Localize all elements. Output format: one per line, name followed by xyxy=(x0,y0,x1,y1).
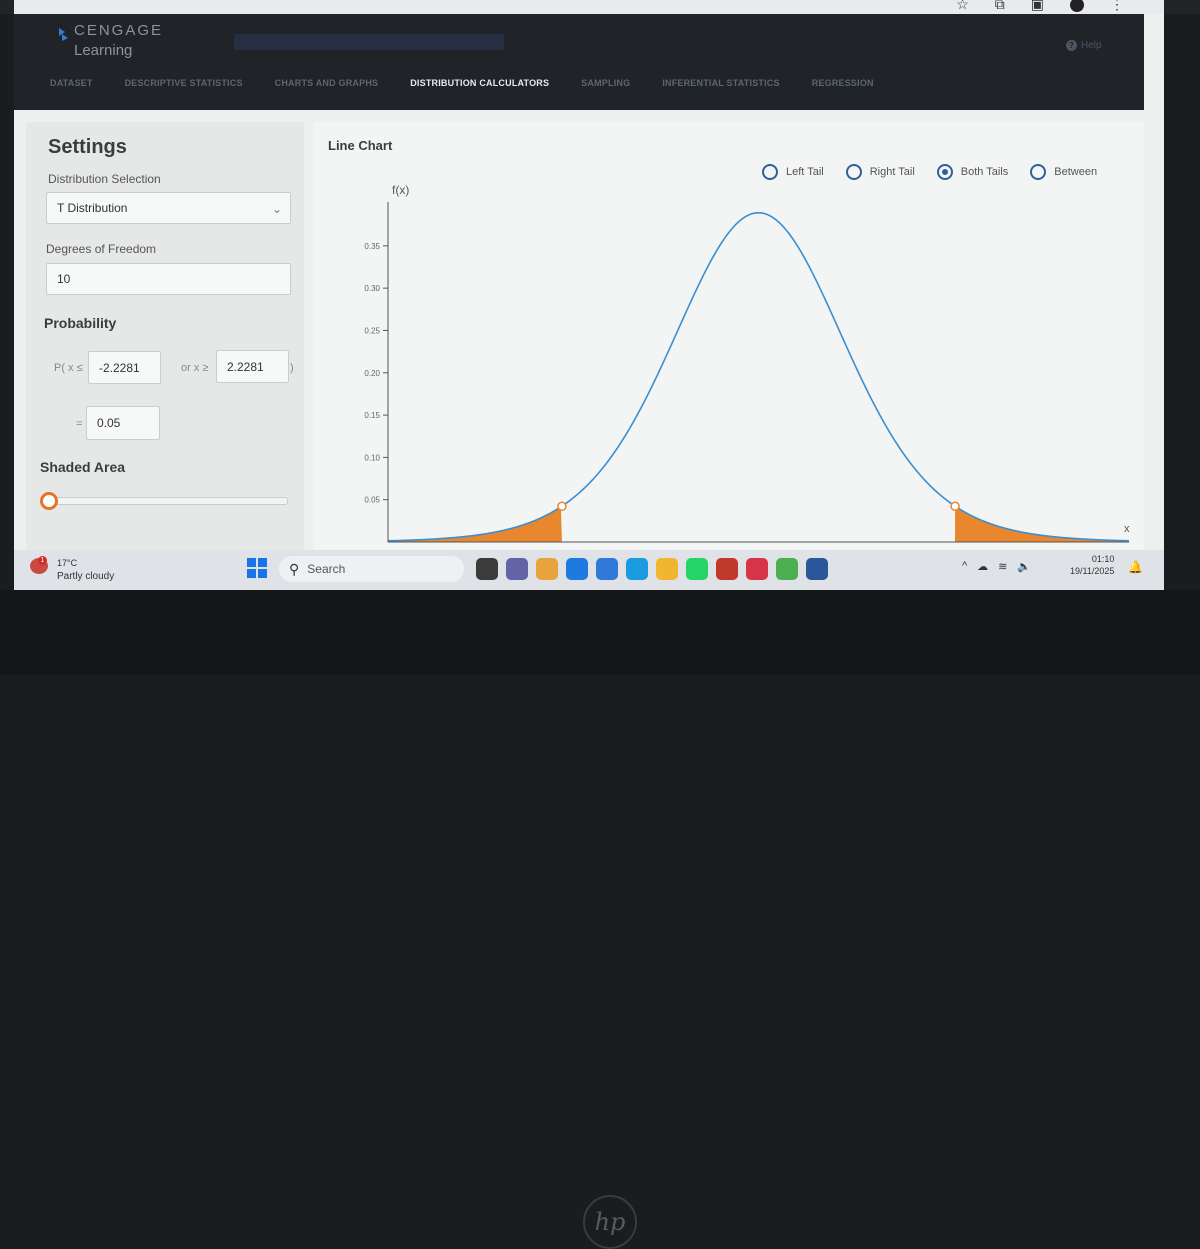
distribution-value: T Distribution xyxy=(57,201,128,215)
chart-panel: Line Chart Left Tail Right Tail Both Tai… xyxy=(314,122,1144,550)
file-explorer-icon[interactable] xyxy=(476,558,498,580)
system-tray: ^ ☁ ≋ 🔈 xyxy=(962,560,1031,573)
start-button[interactable] xyxy=(247,558,267,578)
help-icon: ? xyxy=(1066,40,1077,51)
left-tail-shade xyxy=(388,506,562,542)
probability-result: 0.05 xyxy=(86,406,160,440)
y-tick-label: 0.25 xyxy=(364,326,380,335)
notification-bell-icon[interactable]: 🔔 xyxy=(1128,560,1143,574)
tab-dataset[interactable]: DATASET xyxy=(50,78,93,88)
upper-critical-point[interactable] xyxy=(950,501,960,512)
main-nav: DATASET DESCRIPTIVE STATISTICS CHARTS AN… xyxy=(50,78,906,88)
taskbar-search[interactable]: ⚲ Search xyxy=(279,556,464,582)
tab-descriptive-statistics[interactable]: DESCRIPTIVE STATISTICS xyxy=(125,78,243,88)
brand-line1: CENGAGE xyxy=(74,22,164,39)
profile-avatar[interactable] xyxy=(1070,0,1084,12)
y-tick-label: 0.10 xyxy=(364,453,380,462)
t-distribution-chart: 0.05 0.10 0.15 0.20 0.25 0.30 0.35 f(x) x xyxy=(364,183,1130,543)
app-header: CENGAGE Learning ? Help DATASET DESCRIPT… xyxy=(14,14,1144,110)
search-label: Search xyxy=(307,562,346,576)
lower-critical-point[interactable] xyxy=(557,501,567,512)
lower-bound-value: -2.2281 xyxy=(99,360,140,375)
tab-distribution-calculators[interactable]: DISTRIBUTION CALCULATORS xyxy=(410,78,549,88)
volume-icon[interactable]: 🔈 xyxy=(1017,560,1031,573)
shaded-area-label: Shaded Area xyxy=(40,459,126,475)
distribution-select[interactable]: T Distribution ⌄ xyxy=(46,192,291,224)
folder-icon[interactable] xyxy=(656,558,678,580)
taskbar-apps xyxy=(476,558,828,580)
y-tick-label: 0.35 xyxy=(364,242,380,251)
upper-bound-input[interactable]: 2.2281 xyxy=(216,350,289,383)
app-red-icon[interactable] xyxy=(746,558,768,580)
laptop-bezel-bottom: hp xyxy=(0,590,1200,1249)
search-icon: ⚲ xyxy=(289,560,300,577)
shaded-area-slider-thumb[interactable] xyxy=(40,492,58,510)
settings-title: Settings xyxy=(48,136,127,158)
y-tick-label: 0.20 xyxy=(364,369,380,378)
wifi-icon[interactable]: ≋ xyxy=(998,560,1007,573)
prob-prefix: P( x ≤ xyxy=(54,362,83,374)
weather-condition: Partly cloudy xyxy=(57,571,115,582)
clock[interactable]: 01:10 19/11/2025 xyxy=(1070,553,1114,577)
y-axis-label: f(x) xyxy=(392,183,409,197)
probability-label: Probability xyxy=(44,315,117,331)
help-label: Help xyxy=(1081,40,1102,51)
settings-panel: Settings Distribution Selection T Distri… xyxy=(26,122,304,550)
tab-charts-and-graphs[interactable]: CHARTS AND GRAPHS xyxy=(275,78,379,88)
whatsapp-icon[interactable] xyxy=(686,558,708,580)
edge-icon[interactable] xyxy=(626,558,648,580)
teams-icon[interactable] xyxy=(506,558,528,580)
dof-value: 10 xyxy=(57,272,71,286)
shaded-area-slider-track[interactable] xyxy=(48,497,288,505)
right-tail-shade xyxy=(955,506,1129,542)
utorrent-icon[interactable] xyxy=(776,558,798,580)
y-tick-label: 0.15 xyxy=(364,411,380,420)
chevron-down-icon: ⌄ xyxy=(271,202,282,216)
chevron-up-icon[interactable]: ^ xyxy=(962,560,967,573)
tab-regression[interactable]: REGRESSION xyxy=(812,78,874,88)
browser-toolbar: ☆ ⧉ ▣ ⋮ xyxy=(14,0,1164,14)
y-tick-label: 0.05 xyxy=(364,496,380,505)
windows-taskbar: 1 17°C Partly cloudy ⚲ Search ^ ☁ ≋ 🔈 01… xyxy=(14,550,1164,590)
distribution-label: Distribution Selection xyxy=(48,172,161,186)
tab-inferential-statistics[interactable]: INFERENTIAL STATISTICS xyxy=(662,78,779,88)
clock-date: 19/11/2025 xyxy=(1070,566,1115,576)
vscode-icon[interactable] xyxy=(596,558,618,580)
bookmark-star-icon[interactable]: ☆ xyxy=(956,0,969,13)
lower-bound-input[interactable]: -2.2281 xyxy=(88,351,161,384)
chrome-icon[interactable] xyxy=(536,558,558,580)
chrome-profile-icon[interactable] xyxy=(716,558,738,580)
cengage-mark-icon xyxy=(59,28,68,41)
close-paren: ) xyxy=(290,362,294,374)
help-link[interactable]: ? Help xyxy=(1066,40,1102,51)
sidebar-icon[interactable]: ▣ xyxy=(1031,0,1044,13)
y-tick-label: 0.30 xyxy=(364,284,380,293)
upper-bound-value: 2.2281 xyxy=(227,359,264,374)
browser-menu-icon[interactable]: ⋮ xyxy=(1110,0,1124,13)
page-content: Settings Distribution Selection T Distri… xyxy=(26,110,1144,550)
copilot-icon[interactable] xyxy=(566,558,588,580)
extensions-icon[interactable]: ⧉ xyxy=(995,0,1005,13)
x-axis-label: x xyxy=(1124,523,1130,535)
dof-label: Degrees of Freedom xyxy=(46,242,157,256)
app-title-placeholder xyxy=(234,34,504,50)
hp-logo: hp xyxy=(583,1195,637,1249)
screen: ☆ ⧉ ▣ ⋮ CENGAGE Learning ? Help DATASET … xyxy=(14,0,1164,590)
word-icon[interactable] xyxy=(806,558,828,580)
temperature: 17°C xyxy=(57,558,78,568)
clock-time: 01:10 xyxy=(1091,554,1115,564)
or-text: or x ≥ xyxy=(181,362,209,374)
weather-badge: 1 xyxy=(38,556,47,565)
density-curve xyxy=(387,211,1130,542)
equals-sign: = xyxy=(76,418,83,430)
probability-value: 0.05 xyxy=(97,416,121,430)
cloud-icon[interactable]: ☁ xyxy=(977,560,988,573)
dof-input[interactable]: 10 xyxy=(46,263,291,295)
tab-sampling[interactable]: SAMPLING xyxy=(581,78,630,88)
brand-line2: Learning xyxy=(74,42,133,59)
